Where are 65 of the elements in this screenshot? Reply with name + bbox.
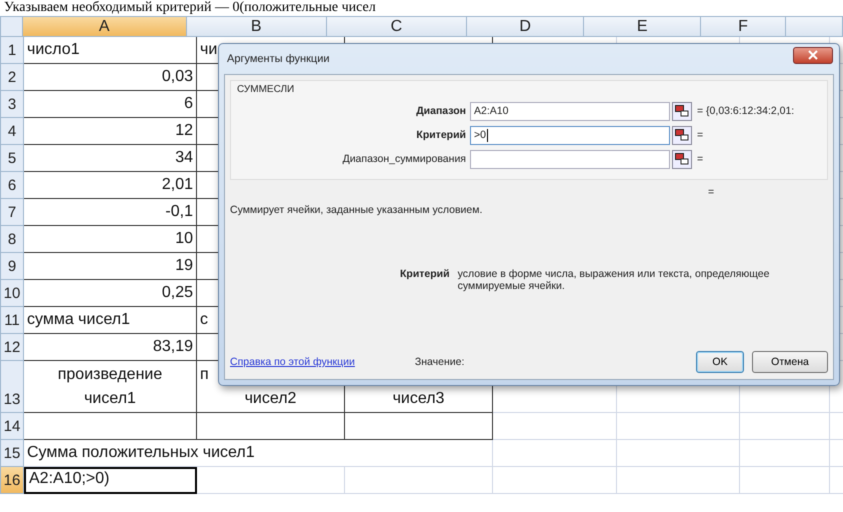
- table-cell: 2,01: [24, 172, 197, 199]
- argument-field[interactable]: [470, 150, 670, 168]
- close-button[interactable]: [793, 46, 833, 64]
- function-description: Суммирует ячейки, заданные указанным условием.: [230, 204, 484, 216]
- argument-label: Диапазон: [415, 105, 467, 117]
- function-name: СУММЕСЛИ: [237, 84, 296, 95]
- row-header[interactable]: 2: [0, 64, 24, 91]
- collapse-dialog-button[interactable]: [672, 126, 692, 144]
- table-cell: 83,19: [24, 334, 197, 361]
- dialog-title: Аргументы функции: [227, 53, 330, 65]
- table-cell: 6: [24, 91, 197, 118]
- table-cell: 34: [24, 145, 197, 172]
- dialog-button[interactable]: OK: [696, 351, 744, 373]
- table-cell: 10: [24, 226, 197, 253]
- row-header[interactable]: 12: [0, 334, 24, 361]
- table-cell: 12: [24, 118, 197, 145]
- field-value: A2:A10: [474, 105, 508, 117]
- table-cell: число1: [24, 37, 197, 64]
- row-header[interactable]: 16: [0, 467, 24, 494]
- table-cell: 0,25: [24, 280, 197, 307]
- argument-name: Критерий: [400, 268, 450, 282]
- table-cell: сумма чисел1: [24, 307, 197, 334]
- range-select-icon: [675, 153, 689, 165]
- close-icon: [808, 50, 818, 60]
- table-cell: Сумма положительных чисел1: [24, 440, 493, 467]
- row-header[interactable]: 14: [0, 413, 24, 440]
- table-cell: произведение чисел1: [24, 361, 197, 413]
- row-header[interactable]: 6: [0, 172, 24, 199]
- row-header[interactable]: 15: [0, 440, 24, 467]
- table-cell: 19: [24, 253, 197, 280]
- column-header[interactable]: B: [186, 16, 327, 37]
- row-header[interactable]: 9: [0, 253, 24, 280]
- caption-text: Указываем необходимый критерий — 0(положительные чисел: [3, 0, 377, 16]
- column-header[interactable]: A: [22, 16, 187, 37]
- collapse-dialog-button[interactable]: [672, 102, 692, 120]
- column-header[interactable]: C: [326, 16, 467, 37]
- argument-result: =: [697, 153, 704, 165]
- row-header[interactable]: 13: [0, 361, 24, 413]
- table-cell: A2:A10;>0): [24, 467, 197, 494]
- field-value: >0: [474, 129, 486, 141]
- dialog-button[interactable]: Отмена: [752, 351, 828, 373]
- formula-result: =: [708, 186, 716, 198]
- row-header[interactable]: 1: [0, 37, 24, 64]
- range-select-icon: [675, 129, 689, 141]
- table-cell: 0,03: [24, 64, 197, 91]
- row-header[interactable]: 3: [0, 91, 24, 118]
- row-header[interactable]: 5: [0, 145, 24, 172]
- column-header[interactable]: F: [700, 16, 786, 37]
- row-header[interactable]: 8: [0, 226, 24, 253]
- argument-field[interactable]: >0: [470, 126, 670, 144]
- argument-label: Диапазон_суммирования: [342, 153, 467, 165]
- range-select-icon: [675, 105, 689, 117]
- row-header[interactable]: 4: [0, 118, 24, 145]
- table-cell: -0,1: [24, 199, 197, 226]
- argument-label: Критерий: [415, 129, 467, 141]
- column-header[interactable]: E: [584, 16, 701, 37]
- argument-result: =: [697, 129, 704, 141]
- row-header[interactable]: 7: [0, 199, 24, 226]
- collapse-dialog-button[interactable]: [672, 150, 692, 168]
- row-header[interactable]: 11: [0, 307, 24, 334]
- argument-description: условие в форме числа, выражения или текста, определяющее суммируемые ячейки.: [458, 268, 770, 292]
- argument-field[interactable]: A2:A10: [470, 102, 670, 120]
- column-header[interactable]: D: [466, 16, 584, 37]
- argument-result: = {0,03:6:12:34:2,01:: [697, 105, 794, 117]
- row-header[interactable]: 10: [0, 280, 24, 307]
